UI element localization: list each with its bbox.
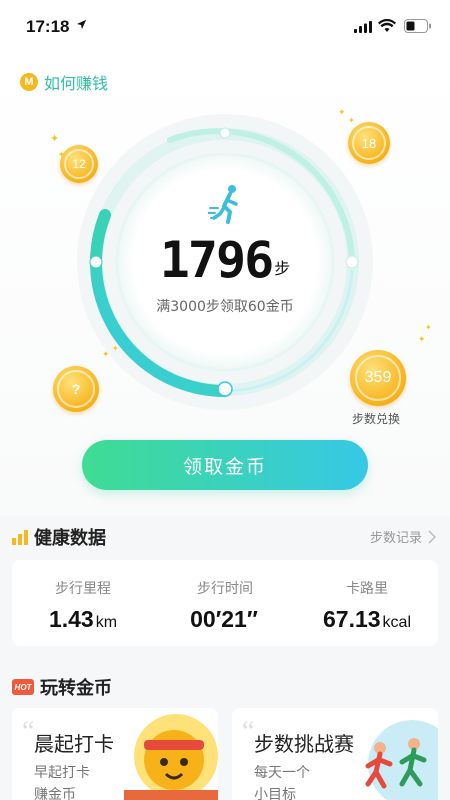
walking-person-icon [208,185,238,224]
stat-value-wrap: 67.13 kcal [296,606,438,633]
sparkle-icon: ✦ [418,335,426,345]
wifi-icon [378,19,396,32]
task-card-morning-checkin[interactable]: “ 晨起打卡 早起打卡 赚金币 [12,708,218,800]
how-to-earn-link[interactable]: M 如何赚钱 [20,70,108,94]
task-subtitle: 小目标 [254,787,296,800]
task-subtitle: 早起打卡 [34,765,90,781]
task-card-step-challenge[interactable]: “ 步数挑战赛 每天一个 小目标 [232,708,438,800]
sparkle-icon: ✦ [112,344,119,353]
quote-mark-icon: “ [242,716,255,747]
quote-mark-icon: “ [22,716,35,747]
stat-value: 00′21″ [190,606,258,632]
health-stats-card: 步行里程 1.43 km 步行时间 00′21″ 卡路里 67.13 kcal [12,560,438,646]
health-section-header: 健康数据 [12,524,106,550]
status-time: 17:18 [26,17,70,36]
sparkle-icon: ✦ [58,150,65,159]
stat-time: 步行时间 00′21″ [154,560,296,633]
task-subtitle: 每天一个 [254,765,310,781]
coin-bubble-12[interactable]: 12 [60,145,98,183]
stat-value-wrap: 00′21″ [154,606,296,633]
stat-label: 步行里程 [55,581,111,597]
stat-unit: kcal [382,614,411,631]
sparkle-icon: ✦ [102,350,110,360]
sparkle-icon: ✦ [338,108,346,118]
step-count-display: 1796 步 [0,235,450,285]
sparkle-icon: ✦ [348,116,355,125]
location-arrow-icon [76,19,87,30]
stat-calories: 卡路里 67.13 kcal [296,560,438,633]
coin-bubble-18[interactable]: 18 [348,122,390,164]
stat-value: 1.43 [48,606,94,632]
sparkle-icon: ✦ [50,132,60,145]
coin-bubble-exchange[interactable]: 359 [350,350,406,406]
coin-bubble-unknown[interactable]: ? [53,366,99,412]
claim-coins-button[interactable]: 领取金币 [82,440,368,490]
step-exchange-label: 步数兑换 [352,412,401,426]
status-bar: 17:18 [0,0,450,56]
task-title: 步数挑战赛 [254,732,354,756]
sparkle-icon: ✦ [425,323,432,332]
battery-icon [404,19,431,33]
step-goal-text: 满3000步领取60金币 [156,299,294,315]
stat-label: 卡路里 [346,581,388,597]
step-unit: 步 [274,259,291,278]
ring-dot-top [219,127,231,139]
cellular-signal-icon [354,21,372,33]
stat-value-wrap: 1.43 km [12,606,154,633]
play-section-title: 玩转金币 [40,678,112,699]
ring-dot-bottom [217,381,233,397]
bar-chart-icon [12,530,28,545]
stat-value: 67.13 [322,606,381,632]
step-record-label: 步数记录 [369,531,422,546]
stat-distance: 步行里程 1.43 km [12,560,154,633]
stat-unit: km [95,614,118,631]
task-subtitle: 赚金币 [34,787,76,800]
health-section-title: 健康数据 [34,528,106,549]
step-count: 1796 [159,231,274,289]
runners-illustration [365,720,438,800]
coin-m-icon: M [20,73,38,91]
how-to-earn-label: 如何赚钱 [44,74,109,93]
stat-label: 步行时间 [197,581,253,597]
play-section-header: HOT 玩转金币 [12,674,112,700]
sun-mascot-illustration [124,714,218,800]
chevron-right-icon [428,529,436,544]
step-record-link[interactable]: 步数记录 [370,527,436,546]
task-title: 晨起打卡 [34,732,114,756]
hot-badge: HOT [12,679,34,695]
